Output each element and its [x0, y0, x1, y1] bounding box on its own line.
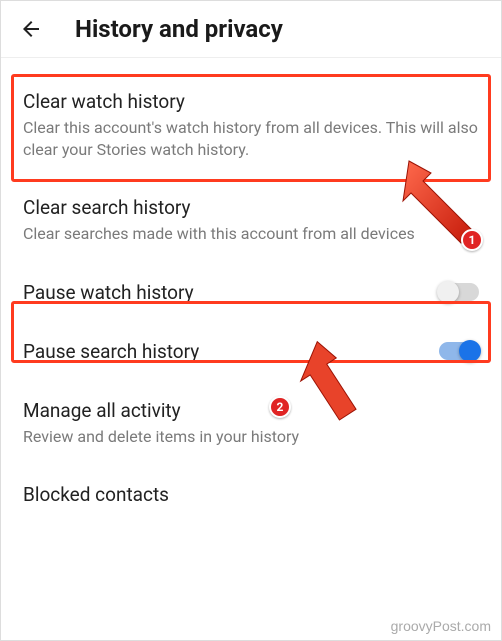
settings-list: Clear watch history Clear this account's… [1, 72, 501, 524]
item-title: Pause search history [23, 340, 199, 363]
pause-watch-toggle[interactable] [439, 283, 479, 301]
item-title: Pause watch history [23, 281, 194, 304]
blocked-contacts-item[interactable]: Blocked contacts [1, 465, 501, 524]
watermark: groovyPost.com [391, 618, 491, 634]
arrow-left-icon [19, 17, 43, 41]
pause-search-toggle[interactable] [439, 342, 479, 360]
clear-watch-history-item[interactable]: Clear watch history Clear this account's… [1, 72, 501, 178]
item-desc: Clear this account's watch history from … [23, 117, 479, 160]
item-desc: Clear searches made with this account fr… [23, 223, 479, 245]
page-title: History and privacy [75, 15, 283, 43]
item-title: Clear watch history [23, 90, 479, 113]
item-title: Manage all activity [23, 399, 479, 422]
manage-all-activity-item[interactable]: Manage all activity Review and delete it… [1, 381, 501, 466]
item-title: Blocked contacts [23, 483, 479, 506]
back-button[interactable] [19, 17, 43, 41]
app-header: History and privacy [1, 1, 501, 58]
item-title: Clear search history [23, 196, 479, 219]
clear-search-history-item[interactable]: Clear search history Clear searches made… [1, 178, 501, 263]
pause-watch-history-item[interactable]: Pause watch history [1, 263, 501, 322]
item-desc: Review and delete items in your history [23, 426, 479, 448]
pause-search-history-item[interactable]: Pause search history [1, 322, 501, 381]
